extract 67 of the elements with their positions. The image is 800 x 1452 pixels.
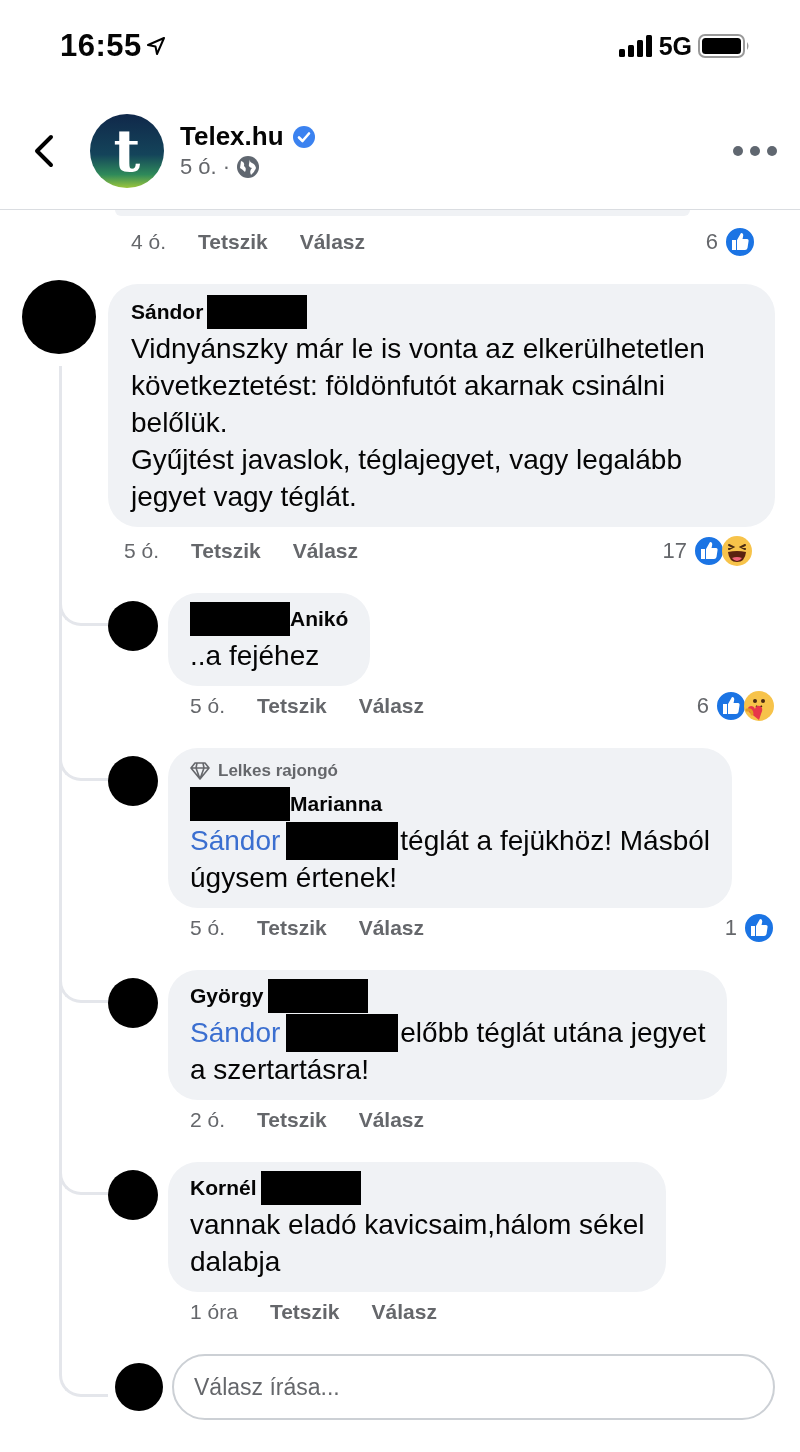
fan-label: Lelkes rajongó [218, 761, 338, 781]
comment-time: 1 óra [190, 1300, 238, 1324]
thread-connector [59, 1354, 108, 1397]
comment-text: jegyet vagy téglát. [131, 480, 357, 513]
like-link[interactable]: Tetszik [198, 230, 268, 254]
comment-text: belőlük. [131, 406, 228, 439]
reply-link[interactable]: Válasz [371, 1300, 437, 1324]
globe-icon [236, 155, 261, 179]
like-icon [743, 912, 775, 944]
page-logo[interactable]: t [90, 113, 164, 188]
comment-text: előbb téglát utána jegyet [400, 1016, 706, 1049]
like-link[interactable]: Tetszik [257, 694, 327, 718]
post-time: 5 ó. · [180, 154, 231, 180]
like-icon [693, 535, 725, 567]
location-arrow-icon [145, 36, 166, 56]
author-name[interactable]: Anikó [290, 607, 349, 631]
comment-time: 5 ó. [190, 694, 226, 718]
page-name[interactable]: Telex.hu [180, 121, 284, 152]
reply-field[interactable]: Válasz írása... [172, 1354, 775, 1420]
comment-text: dalabja [190, 1245, 281, 1278]
avatar[interactable] [108, 978, 158, 1028]
signal-icon [618, 35, 653, 57]
author-name[interactable]: Sándor [131, 300, 204, 324]
avatar[interactable] [115, 1363, 163, 1411]
comment-time: 2 ó. [190, 1108, 226, 1132]
reaction-count: 17 [662, 538, 687, 564]
author-name[interactable]: Kornél [190, 1176, 257, 1200]
reply-link[interactable]: Válasz [358, 1108, 425, 1132]
reaction-count: 6 [705, 229, 718, 255]
clock-time: 16:55 [60, 28, 142, 64]
comment-text: a szertartásra! [190, 1053, 369, 1086]
reaction-count: 1 [724, 915, 737, 941]
avatar[interactable] [108, 756, 158, 806]
comment-text: vannak eladó kavicsaim,hálom sékel [190, 1208, 645, 1241]
back-icon [32, 133, 56, 168]
like-link[interactable]: Tetszik [269, 1300, 340, 1324]
reaction-count: 6 [696, 693, 709, 719]
author-name[interactable]: György [190, 984, 264, 1008]
mention-link[interactable]: Sándor [190, 824, 281, 857]
mention-link[interactable]: Sándor [190, 1016, 281, 1049]
comment-time: 5 ó. [190, 916, 226, 940]
comment-text: úgysem értenek! [190, 861, 397, 894]
like-link[interactable]: Tetszik [191, 539, 261, 563]
diamond-icon [190, 762, 210, 780]
reply-link[interactable]: Válasz [358, 916, 425, 940]
like-link[interactable]: Tetszik [257, 916, 327, 940]
comment-text: Vidnyánszky már le is vonta az elkerülhetetlen [131, 332, 705, 365]
battery-icon [698, 34, 750, 58]
network-label: 5G [658, 31, 692, 61]
more-icon [732, 144, 778, 157]
hugging-face-icon [743, 690, 775, 722]
like-icon [715, 690, 747, 722]
avatar[interactable] [108, 1170, 158, 1220]
comment-time: 5 ó. [124, 539, 160, 563]
laughing-face-icon [721, 535, 753, 567]
like-link[interactable]: Tetszik [257, 1108, 327, 1132]
comment-text: téglát a fejükhöz! Másból [400, 824, 711, 857]
comment-text: következtetést: földönfutót akarnak csinálni [131, 369, 665, 402]
comment-time: 4 ó. [131, 230, 167, 254]
author-name[interactable]: Marianna [290, 792, 383, 816]
reply-link[interactable]: Válasz [299, 230, 366, 254]
comment-text: ..a fejéhez [190, 639, 320, 672]
reply-link[interactable]: Válasz [292, 539, 359, 563]
avatar[interactable] [108, 601, 158, 651]
comment-text: Gyűjtést javaslok, téglajegyet, vagy legalább [131, 443, 682, 476]
like-icon [724, 226, 756, 258]
reply-link[interactable]: Válasz [358, 694, 425, 718]
